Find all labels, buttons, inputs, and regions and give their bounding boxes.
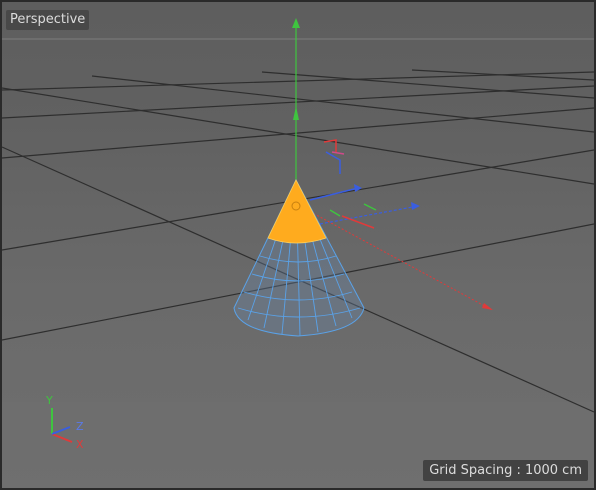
cone-object[interactable] xyxy=(233,178,365,337)
grid-spacing-label: Grid Spacing : 1000 cm xyxy=(423,460,588,481)
cone-selected-tip[interactable] xyxy=(267,179,327,244)
viewport-perspective[interactable]: Y Z X Perspective Grid Spacing : 1000 cm xyxy=(0,0,596,490)
horizon-line xyxy=(2,38,594,40)
axis-z-label: Z xyxy=(76,420,84,433)
axis-y-label: Y xyxy=(45,394,53,407)
axis-x-label: X xyxy=(76,438,84,451)
gizmo-plane-handles[interactable] xyxy=(323,139,377,229)
y-scale-handle[interactable] xyxy=(293,106,299,120)
view-title[interactable]: Perspective xyxy=(6,10,90,30)
viewport-scene[interactable]: Y Z X xyxy=(2,2,594,488)
